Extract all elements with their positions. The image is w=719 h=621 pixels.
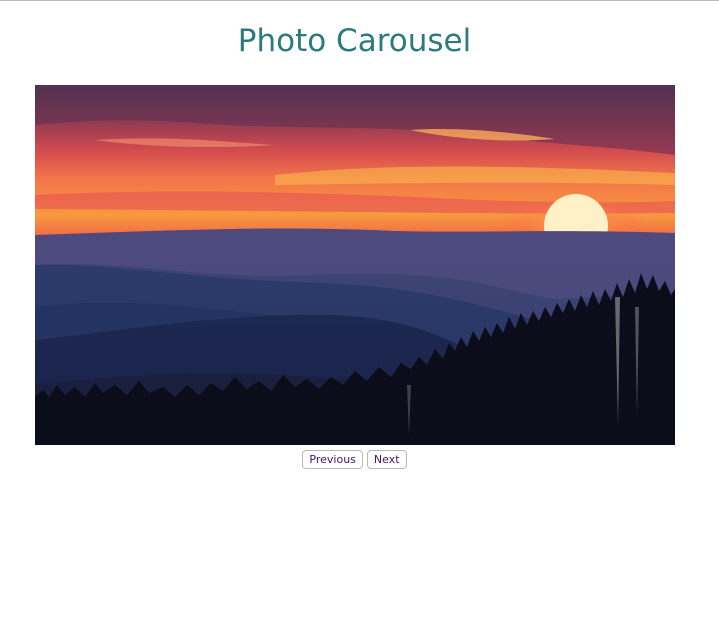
carousel-photo — [35, 85, 675, 445]
next-button[interactable]: Next — [366, 450, 407, 469]
top-divider — [0, 0, 719, 1]
previous-button[interactable]: Previous — [302, 450, 363, 469]
page-title: Photo Carousel — [237, 23, 472, 59]
page: Photo Carousel Previous Next — [0, 0, 719, 621]
carousel-controls: Previous Next — [0, 450, 709, 469]
